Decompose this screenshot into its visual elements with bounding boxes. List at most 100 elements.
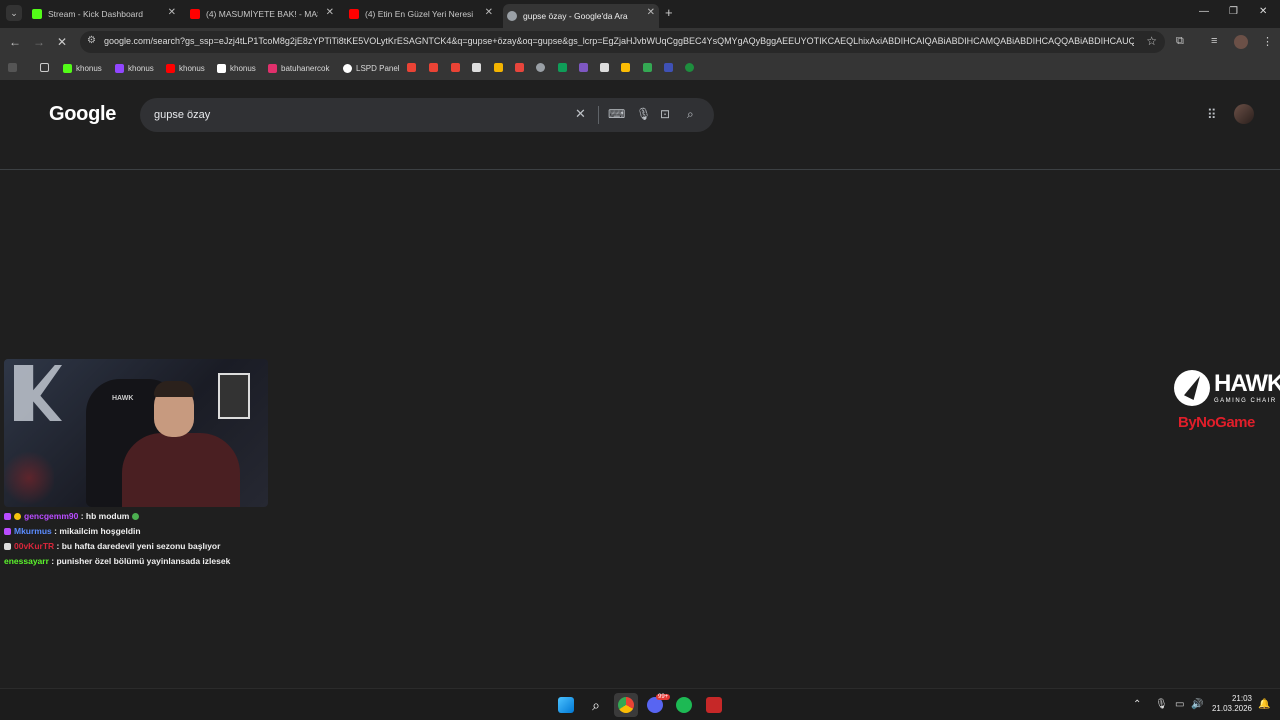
voice-app-icon[interactable] <box>706 697 722 713</box>
bookmark-label: khonus <box>230 63 256 73</box>
bookmark-icon[interactable] <box>685 63 694 72</box>
restore-icon[interactable]: ❐ <box>1229 6 1238 17</box>
camera-lens-icon[interactable]: ⊡ <box>660 107 670 121</box>
google-logo[interactable]: Google <box>49 103 116 126</box>
site-info-icon[interactable]: ⚙ <box>87 35 96 46</box>
chat-username: 00vKurTR <box>14 541 55 551</box>
youtube-icon <box>190 9 200 19</box>
sponsor-overlay: HAWK GAMING CHAIR ByNoGame <box>1170 368 1280 438</box>
tab-youtube-masumiyet[interactable]: (4) MASUMİYETE BAK! - MASUMİYET ✕ <box>186 4 338 24</box>
bookmark-icon[interactable] <box>600 63 609 72</box>
partner-brand: ByNoGame <box>1178 414 1255 431</box>
search-icon[interactable]: ⌕ <box>588 697 604 713</box>
docs-icon[interactable] <box>472 63 481 72</box>
bookmark-instagram[interactable]: batuhanercok <box>268 61 329 75</box>
discord-notification-badge: 99+ <box>656 694 671 700</box>
keyboard-icon[interactable]: ⌨ <box>608 107 625 121</box>
loading-spinner-icon <box>507 11 517 21</box>
clock[interactable]: 21:03 21.03.2026 <box>1210 694 1252 714</box>
windows-start-icon[interactable] <box>558 697 574 713</box>
sub-badge-icon <box>4 528 11 535</box>
notification-icon[interactable]: 🔔 <box>1258 699 1270 710</box>
profile-avatar[interactable] <box>1234 35 1248 49</box>
bookmark-icon[interactable] <box>664 63 673 72</box>
tab-title: (4) MASUMİYETE BAK! - MASUMİYET <box>206 9 318 19</box>
network-icon[interactable]: ▭ <box>1175 699 1184 710</box>
search-input[interactable]: gupse özay <box>154 109 210 121</box>
bookmark-lspd[interactable]: LSPD Panel <box>343 61 400 75</box>
tray-overflow-icon[interactable]: ⌃ <box>1133 699 1141 710</box>
gmail-icon[interactable] <box>407 63 416 72</box>
menu-icon[interactable]: ⋮ <box>1262 35 1273 48</box>
sponsor-subline: GAMING CHAIR <box>1214 398 1277 404</box>
search-icon[interactable]: ⌕ <box>687 107 694 122</box>
close-tab-icon[interactable]: ✕ <box>326 7 334 18</box>
chat-overlay: gencgemm90 : hb modum Mkurmus : mikailci… <box>4 509 230 569</box>
spotify-icon[interactable] <box>676 697 692 713</box>
apps-grid-icon[interactable] <box>8 63 17 72</box>
bookmark-label: khonus <box>76 63 102 73</box>
tab-bar: ⌄ Stream - Kick Dashboard ✕ (4) MASUMİYE… <box>0 0 1280 28</box>
sponsor-brand: HAWK <box>1214 370 1280 397</box>
chat-text: : mikailcim hoşgeldin <box>54 526 141 536</box>
close-tab-icon[interactable]: ✕ <box>485 7 493 18</box>
minimize-icon[interactable]: — <box>1199 6 1209 17</box>
bookmark-label: khonus <box>128 63 154 73</box>
bookmark-youtube[interactable]: khonus <box>166 61 205 75</box>
media-control-icon[interactable]: ≡ <box>1211 35 1217 47</box>
tab-title: gupse özay - Google'da Ara <box>523 11 628 21</box>
stop-loading-icon[interactable]: ✕ <box>57 35 67 49</box>
url-text: google.com/search?gs_ssp=eJzj4tLP1TcoM8g… <box>104 36 1134 46</box>
forms-icon[interactable] <box>579 63 588 72</box>
twitch-icon <box>115 63 124 73</box>
bookmark-x[interactable]: khonus <box>217 61 256 75</box>
google-apps-icon[interactable]: ⠿ <box>1207 107 1217 123</box>
close-tab-icon[interactable]: ✕ <box>647 7 655 18</box>
mod-badge-icon <box>4 543 11 550</box>
forward-icon[interactable]: → <box>33 35 45 49</box>
lspd-icon <box>343 63 352 73</box>
wall-frame <box>218 373 250 419</box>
windows-taskbar: ⌕ 99+ ⌃ 🎙 ▭ 🔊 21:03 21.03.2026 🔔 <box>0 688 1280 720</box>
chat-text: : bu hafta daredevil yeni sezonu başlıyo… <box>56 541 221 551</box>
bookmark-icon[interactable] <box>621 63 630 72</box>
folder-icon[interactable] <box>40 63 49 72</box>
bookmark-label: LSPD Panel <box>356 63 400 73</box>
bookmark-icon[interactable] <box>515 63 524 72</box>
gmail-icon[interactable] <box>429 63 438 72</box>
close-tab-icon[interactable]: ✕ <box>168 7 176 18</box>
youtube-icon <box>166 63 175 73</box>
tab-youtube-et[interactable]: (4) Etin En Güzel Yeri Neresi | Et ✕ <box>345 4 497 24</box>
back-icon[interactable]: ← <box>9 35 21 49</box>
tab-search-button[interactable]: ⌄ <box>6 5 22 21</box>
chat-username: Mkurmus <box>14 526 52 536</box>
kick-logo-icon <box>14 365 62 421</box>
sheets-icon[interactable] <box>558 63 567 72</box>
extensions-icon[interactable]: ⧉ <box>1176 35 1184 48</box>
bookmark-kick[interactable]: khonus <box>63 61 102 75</box>
account-avatar[interactable] <box>1234 104 1254 124</box>
bookmark-star-icon[interactable]: ☆ <box>1146 34 1157 48</box>
date: 21.03.2026 <box>1211 704 1252 713</box>
microphone-tray-icon[interactable]: 🎙 <box>1155 699 1168 710</box>
gmail-icon[interactable] <box>451 63 460 72</box>
close-window-icon[interactable]: ✕ <box>1259 6 1267 17</box>
tab-title: (4) Etin En Güzel Yeri Neresi | Et <box>365 9 475 19</box>
bookmarks-bar: khonus khonus khonus khonus batuhanercok… <box>0 56 1280 80</box>
address-bar[interactable]: ⚙ google.com/search?gs_ssp=eJzj4tLP1TcoM… <box>80 31 1165 53</box>
chat-message: enessayarr : punisher özel bölümü yayinl… <box>4 554 230 569</box>
microphone-icon[interactable]: 🎙 <box>636 107 651 121</box>
bookmark-twitch[interactable]: khonus <box>115 61 154 75</box>
new-tab-button[interactable]: + <box>665 5 673 20</box>
clear-icon[interactable]: ✕ <box>575 106 586 122</box>
search-box[interactable]: gupse özay ✕ ⌨ 🎙 ⊡ ⌕ <box>140 98 714 132</box>
bookmark-icon[interactable] <box>536 63 545 72</box>
tab-google-search[interactable]: gupse özay - Google'da Ara ✕ <box>503 4 659 28</box>
bookmark-icon[interactable] <box>494 63 503 72</box>
chat-text: : hb modum <box>80 511 130 521</box>
chrome-taskbar-button[interactable] <box>614 693 638 717</box>
drive-icon[interactable] <box>643 63 652 72</box>
browser-toolbar: ← → ✕ ⚙ google.com/search?gs_ssp=eJzj4tL… <box>0 28 1280 56</box>
volume-icon[interactable]: 🔊 <box>1191 699 1203 710</box>
tab-kick-dashboard[interactable]: Stream - Kick Dashboard ✕ <box>28 4 180 24</box>
